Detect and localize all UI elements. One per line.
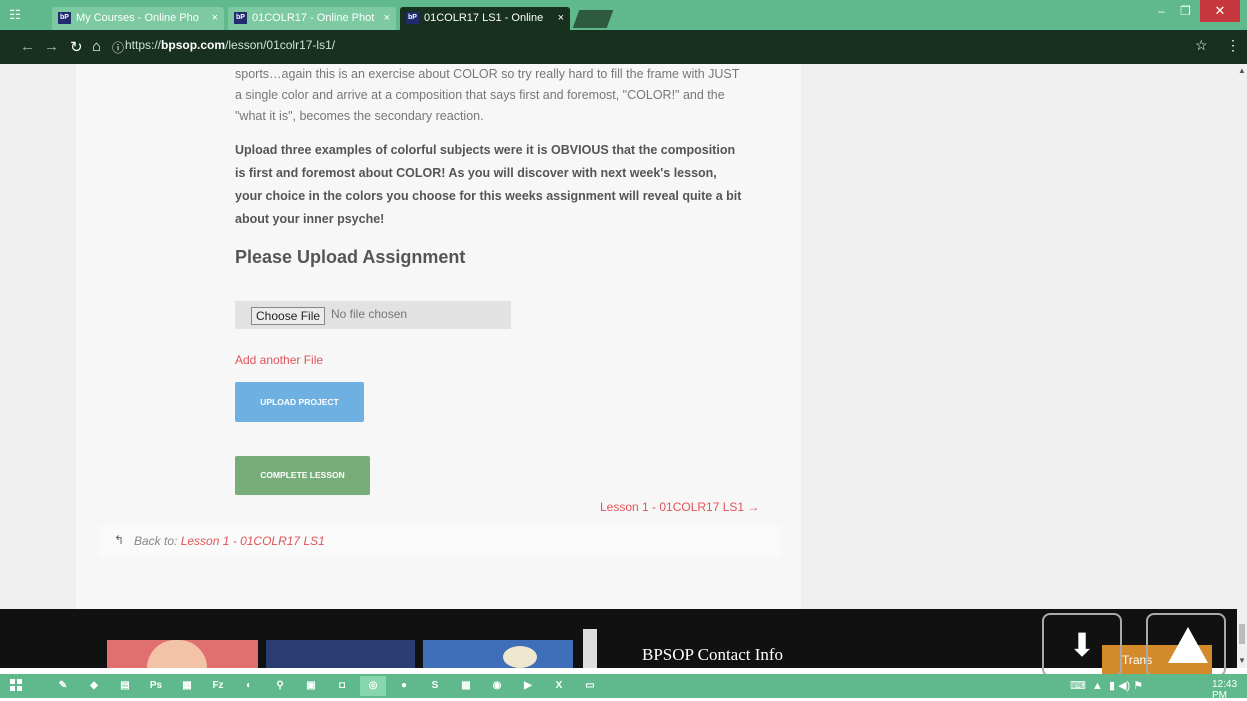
network-icon[interactable]: ⚲	[267, 676, 293, 696]
terminal-icon[interactable]: ▣	[298, 676, 324, 696]
complete-lesson-button[interactable]: COMPLETE LESSON	[235, 456, 370, 495]
page-viewport: sports…again this is an exercise about C…	[0, 64, 1237, 609]
scroll-down-icon[interactable]: ▼	[1238, 656, 1246, 665]
footer-gallery-scrollbar[interactable]	[583, 629, 597, 668]
bpsop-favicon-icon: bP	[58, 12, 71, 24]
close-window-icon[interactable]: ✕	[1200, 0, 1240, 22]
filezilla-icon[interactable]: Fz	[205, 676, 231, 696]
start-icon[interactable]	[10, 679, 22, 691]
tab-01colr17-ls1[interactable]: bP 01COLR17 LS1 - Online ×	[400, 7, 570, 30]
address-bar: ← → ↻ ⌂ ⓘ https://bpsop.com/lesson/01col…	[0, 30, 1247, 64]
bpsop-favicon-icon: bP	[406, 12, 419, 24]
footer-photo-2[interactable]	[266, 640, 415, 668]
upload-project-button[interactable]: UPLOAD PROJECT	[235, 382, 364, 422]
google-drive-icon[interactable]	[1146, 613, 1226, 677]
url-input[interactable]: https://bpsop.com/lesson/01colr17-ls1/	[125, 38, 335, 52]
restore-icon[interactable]: ❐	[1180, 4, 1191, 18]
lesson-instructions: Upload three examples of colorful subjec…	[235, 143, 742, 226]
system-tray[interactable]: ⌨ ▲ ▮ ◀) ⚑	[1070, 679, 1143, 692]
info-icon[interactable]: ⓘ	[112, 39, 124, 56]
tab-label: My Courses - Online Pho	[76, 12, 199, 24]
calculator-icon[interactable]: ▩	[453, 676, 479, 696]
back-lesson-link[interactable]: Lesson 1 - 01COLR17 LS1	[181, 534, 325, 548]
add-another-file-link[interactable]: Add another File	[235, 353, 323, 367]
close-tab-icon[interactable]: ×	[558, 7, 564, 29]
back-arrow-icon[interactable]: ←	[20, 38, 35, 55]
skype-icon[interactable]: S	[422, 676, 448, 696]
download-icon[interactable]: ⬇	[1042, 613, 1122, 677]
window-menu-icon[interactable]: ☷	[6, 6, 24, 24]
site-footer: BPSOP Contact Info Trans ⬇	[0, 609, 1237, 677]
close-tab-icon[interactable]: ×	[212, 7, 218, 29]
firefox-icon[interactable]: ●	[391, 676, 417, 696]
footer-photo-1[interactable]	[107, 640, 258, 668]
photoshop-icon[interactable]: Ps	[143, 676, 169, 696]
globe-icon[interactable]: ◉	[484, 676, 510, 696]
back-prefix: Back to:	[134, 534, 178, 548]
app-icon[interactable]: ◘	[329, 676, 355, 696]
scrollbar-thumb[interactable]	[1239, 624, 1245, 644]
bookmark-star-icon[interactable]: ☆	[1195, 37, 1208, 54]
notepad-icon[interactable]: ✎	[50, 676, 76, 696]
chrome-icon[interactable]: ◎	[360, 676, 386, 696]
tab-label: 01COLR17 - Online Phot	[252, 12, 375, 24]
more-menu-icon[interactable]: ⋮	[1226, 37, 1240, 54]
shield-icon[interactable]: ◆	[81, 676, 107, 696]
document-icon[interactable]: ▦	[174, 676, 200, 696]
excel-icon[interactable]: X	[546, 676, 572, 696]
minimize-icon[interactable]: –	[1158, 4, 1165, 18]
next-lesson-link[interactable]: Lesson 1 - 01COLR17 LS1 →	[600, 500, 759, 514]
paint-icon[interactable]: ◐	[236, 676, 262, 696]
reload-icon[interactable]: ↻	[70, 38, 83, 56]
back-to-bar: ↰ Back to: Lesson 1 - 01COLR17 LS1	[100, 525, 780, 557]
tab-label: 01COLR17 LS1 - Online	[424, 12, 544, 24]
footer-photo-3[interactable]	[423, 640, 573, 668]
media-player-icon[interactable]: ▶	[515, 676, 541, 696]
tab-my-courses[interactable]: bP My Courses - Online Pho ×	[52, 7, 224, 30]
no-file-text: No file chosen	[331, 307, 408, 321]
lesson-intro-text: sports…again this is an exercise about C…	[235, 67, 740, 123]
home-icon[interactable]: ⌂	[92, 38, 101, 55]
contact-heading: BPSOP Contact Info	[642, 645, 784, 664]
tab-01colr17[interactable]: bP 01COLR17 - Online Phot ×	[228, 7, 396, 30]
close-tab-icon[interactable]: ×	[384, 7, 390, 29]
file-input[interactable]: Choose File No file chosen	[235, 301, 511, 329]
file-explorer-icon[interactable]: ▤	[112, 676, 138, 696]
forward-arrow-icon[interactable]: →	[44, 38, 59, 55]
upload-heading: Please Upload Assignment	[235, 247, 466, 267]
bpsop-favicon-icon: bP	[234, 12, 247, 24]
windows-taskbar: ✎ ◆ ▤ Ps ▦ Fz ◐ ⚲ ▣ ◘ ◎ ● S ▩ ◉ ▶ X ▭ ⌨ …	[0, 674, 1247, 701]
new-tab-button[interactable]	[572, 10, 614, 28]
browser-tab-bar: ☷ bP My Courses - Online Pho × bP 01COLR…	[0, 0, 1247, 30]
page-scrollbar[interactable]: ▲ ▼	[1237, 64, 1247, 668]
remote-desktop-icon[interactable]: ▭	[577, 676, 603, 696]
reply-arrow-icon: ↰	[114, 533, 125, 547]
choose-file-button[interactable]: Choose File	[251, 307, 326, 325]
scroll-up-icon[interactable]: ▲	[1238, 66, 1246, 75]
